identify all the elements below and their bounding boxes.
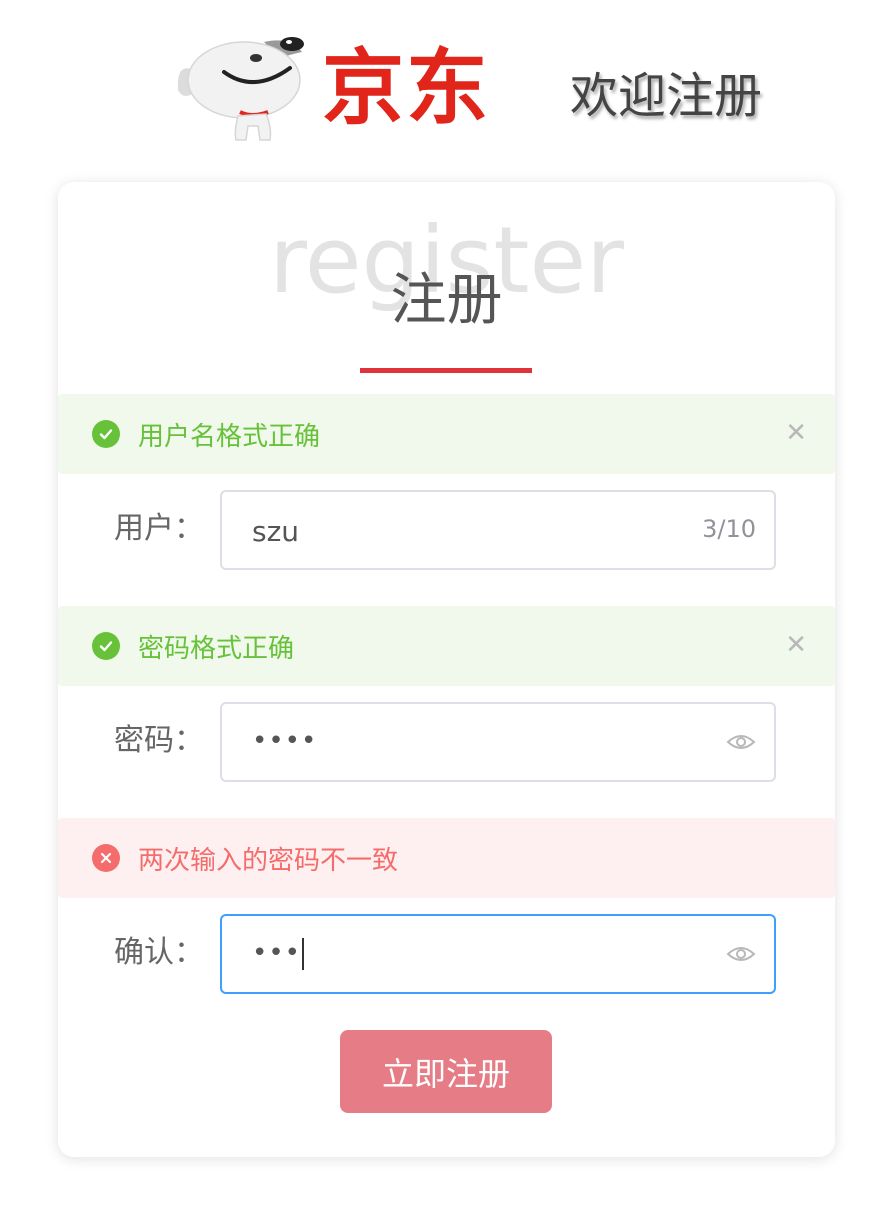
eye-icon[interactable] xyxy=(726,730,756,754)
confirm-error-alert: 两次输入的密码不一致 xyxy=(58,818,835,898)
close-icon[interactable]: ✕ xyxy=(785,420,807,446)
username-input[interactable]: szu 3/10 xyxy=(220,490,776,570)
username-row: 用户： szu 3/10 xyxy=(58,490,835,570)
confirm-masked-value: ••• xyxy=(252,934,305,973)
confirm-label: 确认： xyxy=(114,935,204,970)
text-caret xyxy=(302,937,305,970)
alert-message: 两次输入的密码不一致 xyxy=(138,845,399,876)
register-submit-button[interactable]: 立即注册 xyxy=(340,1030,552,1113)
alert-message: 密码格式正确 xyxy=(138,633,295,664)
password-success-alert: 密码格式正确 ✕ xyxy=(58,606,835,686)
title-underline xyxy=(360,368,532,373)
eye-icon[interactable] xyxy=(726,942,756,966)
check-circle-icon xyxy=(92,632,120,660)
check-circle-icon xyxy=(92,420,120,448)
page-header: 京东 欢迎注册 xyxy=(0,0,895,160)
card-title: 注册 xyxy=(390,268,503,333)
username-success-alert: 用户名格式正确 ✕ xyxy=(58,394,835,474)
password-row: 密码： •••• xyxy=(58,702,835,782)
welcome-title: 欢迎注册 xyxy=(570,68,763,124)
username-value: szu xyxy=(252,515,300,548)
alert-message: 用户名格式正确 xyxy=(138,421,321,452)
password-label: 密码： xyxy=(114,723,204,758)
password-input[interactable]: •••• xyxy=(220,702,776,782)
close-icon[interactable]: ✕ xyxy=(785,632,807,658)
password-masked-value: •••• xyxy=(252,726,318,756)
error-circle-icon xyxy=(92,844,120,872)
confirm-row: 确认： ••• xyxy=(58,914,835,994)
confirm-password-input[interactable]: ••• xyxy=(220,914,776,994)
jd-dog-mascot-icon xyxy=(177,37,304,141)
char-counter: 3/10 xyxy=(702,515,756,543)
username-label: 用户： xyxy=(114,511,204,546)
register-card: register 注册 用户名格式正确 ✕ 用户： szu 3/10 密码格式正… xyxy=(58,182,835,1157)
brand-logo-text: 京东 xyxy=(322,41,491,136)
